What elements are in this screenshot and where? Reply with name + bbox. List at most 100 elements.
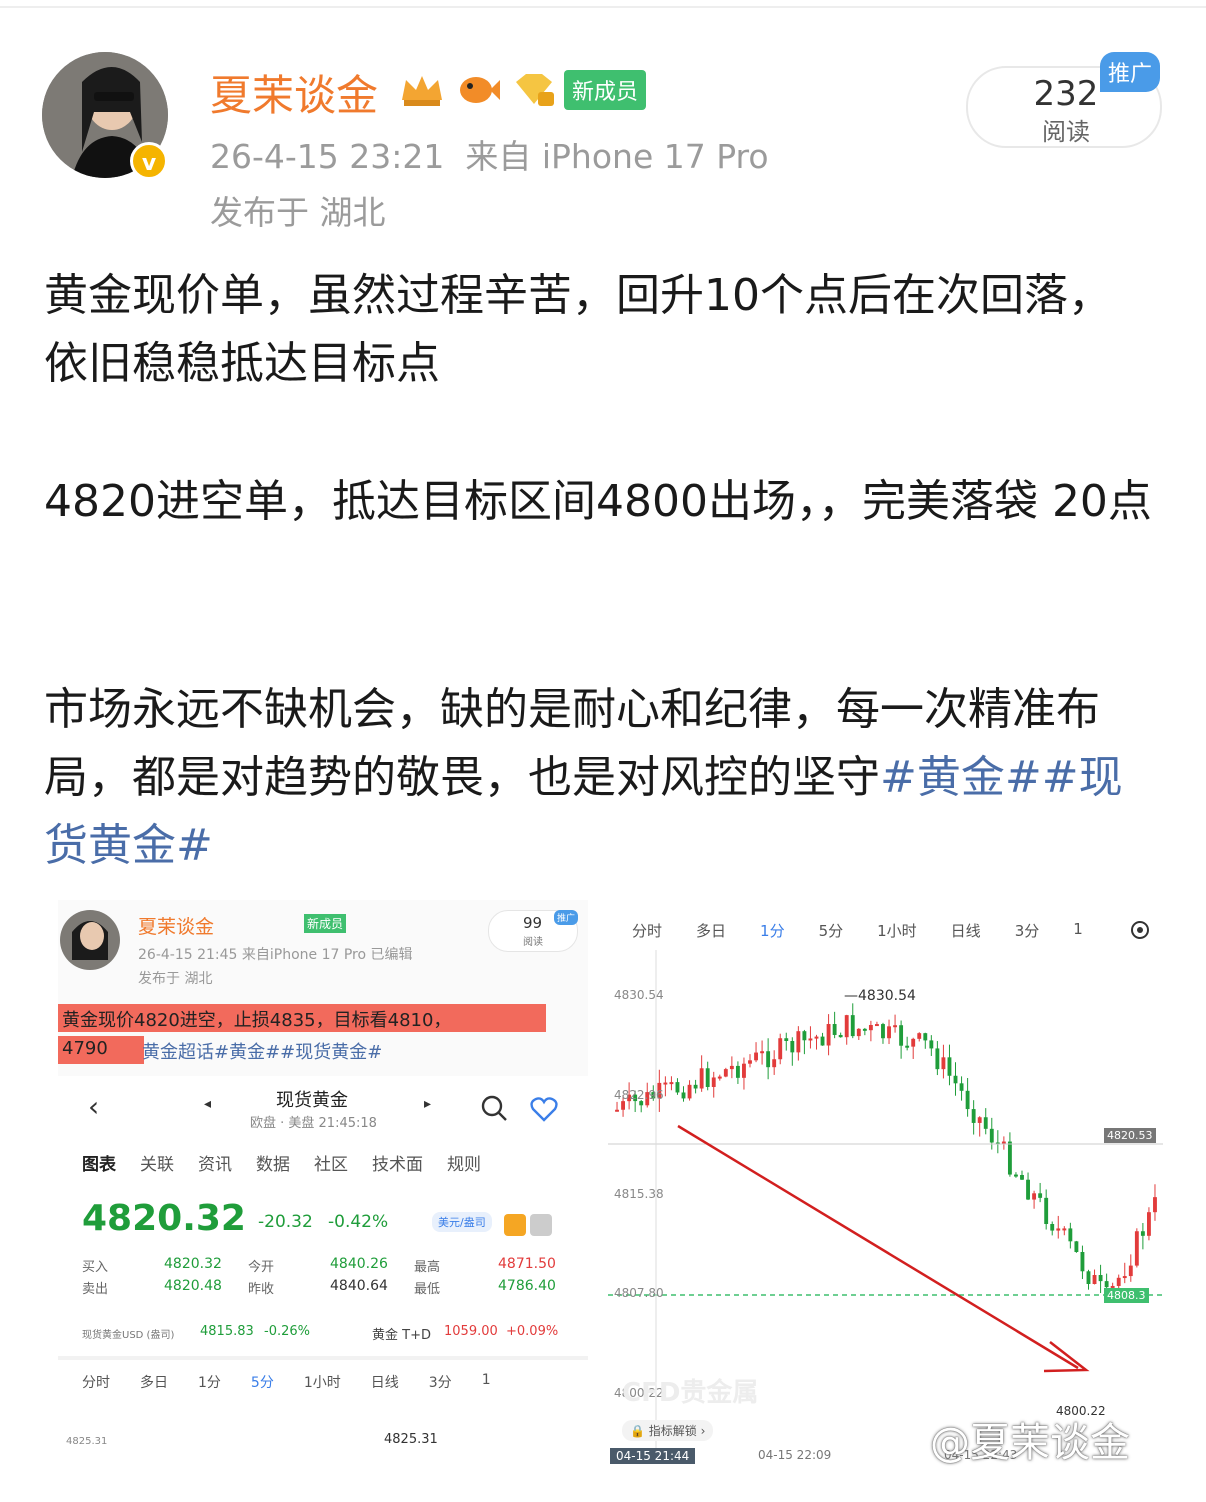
- right-period-5min[interactable]: 5分: [819, 920, 844, 941]
- high-marker-label: —4830.54: [844, 988, 916, 1004]
- left-period-multiday[interactable]: 多日: [140, 1372, 168, 1392]
- post-paragraph-3: 市场永远不缺机会，缺的是耐心和纪律，每一次精准布局，都是对趋势的敬畏，也是对风控…: [44, 676, 1154, 880]
- back-icon[interactable]: ‹: [88, 1090, 99, 1123]
- embedded-screenshot-left[interactable]: 夏茉谈金 新成员 26-4-15 21:45 来自iPhone 17 Pro 已…: [58, 900, 588, 1470]
- mini-location: 发布于 湖北: [138, 971, 213, 987]
- candle-body: [1074, 1241, 1079, 1252]
- settings-icon[interactable]: [530, 1214, 552, 1236]
- right-period-multiday[interactable]: 多日: [696, 920, 726, 941]
- post-location: 发布于 湖北: [210, 193, 386, 232]
- post-meta: 26-4-15 23:21 来自 iPhone 17 Pro: [210, 130, 769, 178]
- candle-body: [1153, 1197, 1157, 1213]
- tab-related[interactable]: 关联: [140, 1150, 174, 1175]
- candle-body: [923, 1033, 928, 1041]
- candle-body: [760, 1051, 765, 1054]
- candle-body: [983, 1117, 988, 1129]
- candle-body: [893, 1025, 898, 1028]
- author-badges: [398, 70, 558, 110]
- indicator-unlock-button[interactable]: 🔒 指标解锁 ›: [622, 1420, 714, 1441]
- stat-label-open: 今开: [248, 1260, 275, 1275]
- mini-meta: 26-4-15 21:45 来自iPhone 17 Pro 已编辑: [138, 947, 413, 963]
- right-period-more[interactable]: 1: [1073, 920, 1083, 941]
- favorite-heart-icon[interactable]: [530, 1096, 558, 1122]
- candle-body: [1026, 1179, 1030, 1200]
- hashtag-gold[interactable]: #黄金#: [880, 752, 1042, 803]
- tab-technical[interactable]: 技术面: [372, 1150, 423, 1175]
- candle-body: [693, 1084, 698, 1089]
- left-period-5min[interactable]: 5分: [251, 1372, 274, 1392]
- left-period-intraday[interactable]: 分时: [82, 1372, 110, 1392]
- author-name[interactable]: 夏茉谈金: [210, 62, 378, 123]
- embedded-screenshot-right[interactable]: 分时 多日 1分 5分 1小时 日线 3分 1 4830.54 4822.96 …: [608, 900, 1168, 1470]
- diamond-badge-icon: [516, 74, 554, 106]
- candle-body: [1007, 1141, 1012, 1175]
- currency-chip[interactable]: 美元/盎司: [432, 1212, 492, 1232]
- candle-body: [778, 1038, 783, 1060]
- weibo-watermark: @夏茉谈金: [930, 1420, 1130, 1466]
- search-icon[interactable]: [480, 1094, 508, 1122]
- left-period-1min[interactable]: 1分: [198, 1372, 221, 1392]
- candle-body: [1098, 1275, 1103, 1282]
- stat-label-prevclose: 昨收: [248, 1282, 275, 1297]
- price-tag-grey: 4820.53: [1104, 1128, 1156, 1143]
- tab-news[interactable]: 资讯: [198, 1150, 232, 1175]
- next-icon[interactable]: ▸: [424, 1096, 431, 1112]
- left-period-daily[interactable]: 日线: [371, 1372, 399, 1392]
- stat-value-prevclose: 4840.64: [330, 1278, 388, 1294]
- candle-body: [1104, 1281, 1109, 1288]
- quote-change: -20.32: [258, 1212, 313, 1232]
- left-period-1hour[interactable]: 1小时: [304, 1372, 341, 1392]
- candle-body: [1092, 1275, 1097, 1285]
- mini-ad-badge: 推广: [554, 910, 579, 925]
- candle-body: [820, 1036, 825, 1046]
- right-period-1min[interactable]: 1分: [760, 920, 785, 941]
- candle-body: [868, 1024, 873, 1031]
- left-period-3min[interactable]: 3分: [429, 1372, 452, 1392]
- tab-data[interactable]: 数据: [256, 1150, 290, 1175]
- candle-body: [790, 1040, 795, 1053]
- candle-body: [687, 1084, 692, 1099]
- candle-body: [977, 1117, 982, 1123]
- candle-body: [808, 1038, 813, 1041]
- prev-icon[interactable]: ◂: [204, 1096, 211, 1112]
- candle-body: [742, 1063, 746, 1078]
- y-label-4: 4807.80: [614, 1286, 664, 1300]
- candle-body: [675, 1082, 680, 1093]
- mini-author: 夏茉谈金: [138, 916, 215, 938]
- right-period-daily[interactable]: 日线: [951, 920, 981, 941]
- candle-body: [844, 1015, 849, 1038]
- quote-title: 现货黄金: [276, 1090, 348, 1111]
- ticker2-value: 1059.00: [444, 1324, 498, 1339]
- candle-body: [850, 1015, 855, 1037]
- candle-body: [766, 1051, 771, 1068]
- candle-body: [621, 1101, 626, 1110]
- right-period-3min[interactable]: 3分: [1015, 920, 1040, 941]
- ticker2-label: 黄金 T+D: [372, 1328, 431, 1343]
- ticker1-label: 现货黄金USD (盎司): [82, 1330, 175, 1341]
- stat-label-buy: 买入: [82, 1260, 109, 1275]
- candle-body: [1056, 1228, 1061, 1231]
- candle-body: [856, 1028, 861, 1037]
- candle-body: [723, 1069, 728, 1077]
- mini-read-count: 99: [523, 914, 543, 932]
- stat-value-buy: 4820.32: [164, 1256, 222, 1272]
- tab-community[interactable]: 社区: [314, 1150, 348, 1175]
- trend-arrow-head: [1043, 1341, 1090, 1373]
- refresh-icon[interactable]: [504, 1214, 526, 1236]
- crown-badge-icon: [402, 76, 442, 106]
- tab-rules[interactable]: 规则: [447, 1150, 481, 1175]
- chart-settings-gear-icon[interactable]: [1128, 918, 1152, 942]
- left-period-more[interactable]: 1: [482, 1372, 491, 1392]
- tab-chart[interactable]: 图表: [82, 1150, 116, 1175]
- stat-value-open: 4840.26: [330, 1256, 388, 1272]
- candle-body: [959, 1083, 964, 1091]
- candle-body: [953, 1075, 958, 1084]
- ticker1-change: -0.26%: [264, 1324, 310, 1339]
- divider: [58, 1356, 588, 1360]
- candle-body: [862, 1028, 867, 1031]
- stat-value-sell: 4820.48: [164, 1278, 222, 1294]
- right-period-1hour[interactable]: 1小时: [877, 920, 917, 941]
- candle-body: [802, 1031, 807, 1041]
- highlight-line-2-num: 4790: [62, 1038, 108, 1059]
- right-period-intraday[interactable]: 分时: [632, 920, 662, 941]
